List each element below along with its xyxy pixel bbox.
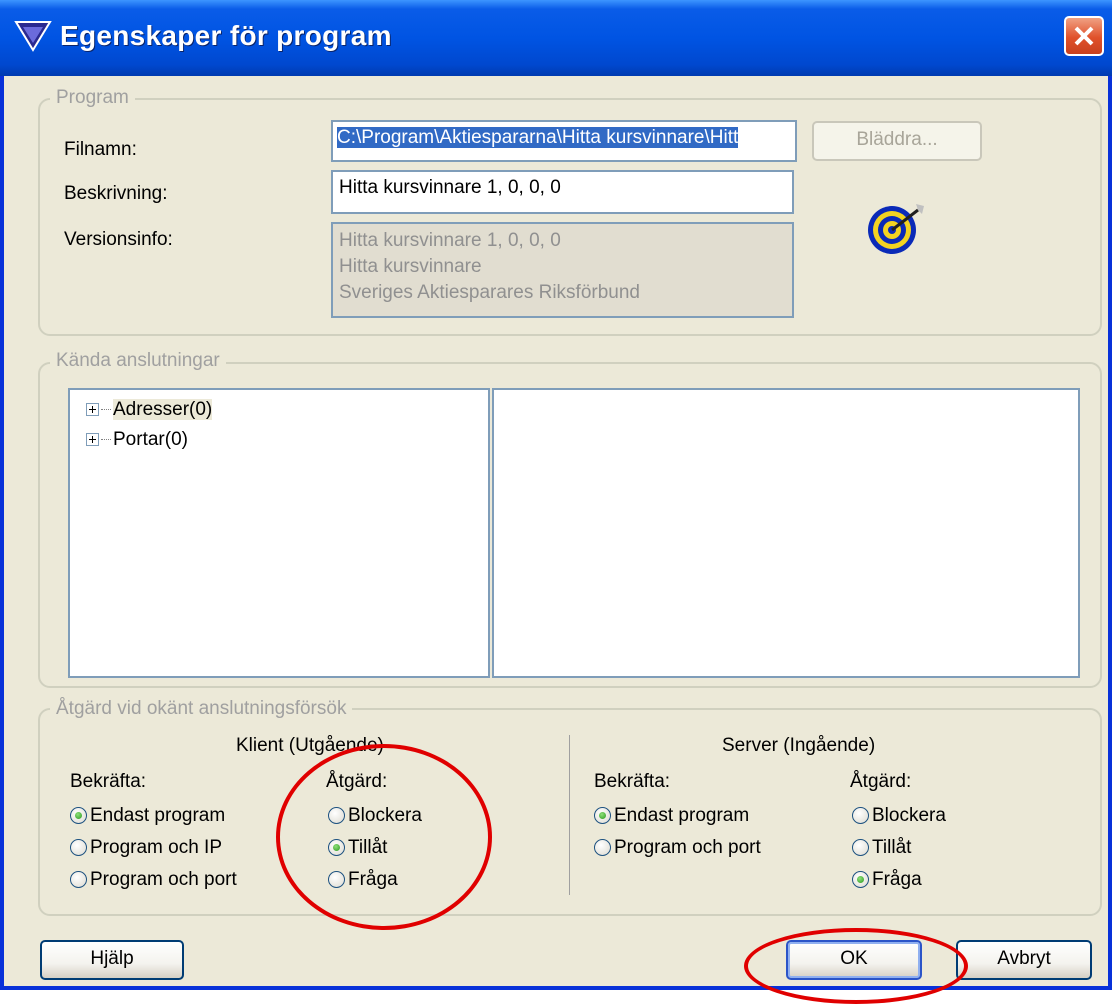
known-connections-label: Kända anslutningar <box>50 350 226 372</box>
cancel-button[interactable]: Avbryt <box>956 940 1092 980</box>
unknown-connection-action-label: Åtgärd vid okänt anslutningsförsök <box>50 698 353 720</box>
tree-item-addresses[interactable]: Adresser(0) <box>86 398 213 422</box>
radio-indicator[interactable] <box>594 807 611 824</box>
tree-item-label: Portar(0) <box>113 429 188 450</box>
program-group-label: Program <box>50 87 135 109</box>
filename-field[interactable]: C:\Program\Aktiespararna\Hitta kursvinna… <box>331 120 797 162</box>
radio-label: Program och port <box>90 869 237 890</box>
radio-indicator[interactable] <box>328 871 345 888</box>
client-confirm-label: Bekräfta: <box>70 771 147 792</box>
version-line: Hitta kursvinnare 1, 0, 0, 0 <box>339 230 561 251</box>
filename-value: C:\Program\Aktiespararna\Hitta kursvinna… <box>337 127 739 148</box>
client-action-radio-ask[interactable]: Fråga <box>328 868 398 892</box>
expand-icon[interactable] <box>86 433 99 447</box>
radio-label: Blockera <box>872 805 946 826</box>
server-action-radio-block[interactable]: Blockera <box>852 804 946 828</box>
client-confirm-radio-program-port[interactable]: Program och port <box>70 868 237 892</box>
description-field[interactable]: Hitta kursvinnare 1, 0, 0, 0 <box>331 170 794 214</box>
expand-icon[interactable] <box>86 403 99 417</box>
version-info-box: Hitta kursvinnare 1, 0, 0, 0 Hitta kursv… <box>331 222 794 318</box>
server-action-radio-allow[interactable]: Tillåt <box>852 836 911 860</box>
close-button[interactable] <box>1064 16 1104 56</box>
radio-indicator[interactable] <box>70 871 87 888</box>
radio-label: Program och port <box>614 837 761 858</box>
radio-indicator[interactable] <box>328 839 345 856</box>
radio-indicator[interactable] <box>852 807 869 824</box>
client-confirm-radio-program-only[interactable]: Endast program <box>70 804 225 828</box>
version-line: Hitta kursvinnare <box>339 256 482 277</box>
client-action-label: Åtgärd: <box>326 771 388 792</box>
radio-indicator[interactable] <box>594 839 611 856</box>
tree-item-label: Adresser(0) <box>113 399 213 420</box>
client-action-radio-allow[interactable]: Tillåt <box>328 836 387 860</box>
browse-button[interactable]: Bläddra... <box>812 121 982 161</box>
connections-tree[interactable]: Adresser(0) Portar(0) <box>68 388 490 678</box>
client-server-divider <box>569 735 570 895</box>
radio-label: Fråga <box>872 869 922 890</box>
client-header: Klient (Utgående) <box>236 735 384 756</box>
funnel-triangle-icon <box>14 21 52 52</box>
server-action-radio-ask[interactable]: Fråga <box>852 868 922 892</box>
server-confirm-radio-program-only[interactable]: Endast program <box>594 804 749 828</box>
connection-details-pane[interactable] <box>492 388 1080 678</box>
description-label: Beskrivning: <box>64 183 168 204</box>
radio-label: Tillåt <box>348 837 388 858</box>
radio-label: Endast program <box>614 805 750 826</box>
target-dart-icon <box>868 204 924 254</box>
version-line: Sveriges Aktiesparares Riksförbund <box>339 282 640 303</box>
radio-indicator[interactable] <box>70 807 87 824</box>
program-properties-dialog: Egenskaper för program Program Filnamn: … <box>0 0 1112 1004</box>
server-confirm-radio-program-port[interactable]: Program och port <box>594 836 761 860</box>
ok-button[interactable]: OK <box>786 940 922 980</box>
radio-label: Endast program <box>90 805 226 826</box>
close-icon <box>1074 26 1094 46</box>
radio-indicator[interactable] <box>852 839 869 856</box>
filename-label: Filnamn: <box>64 139 137 160</box>
radio-label: Fråga <box>348 869 398 890</box>
radio-indicator[interactable] <box>328 807 345 824</box>
tree-item-ports[interactable]: Portar(0) <box>86 428 188 452</box>
radio-indicator[interactable] <box>852 871 869 888</box>
version-label: Versionsinfo: <box>64 229 173 250</box>
title-bar[interactable]: Egenskaper för program <box>0 0 1112 76</box>
help-button[interactable]: Hjälp <box>40 940 184 980</box>
radio-indicator[interactable] <box>70 839 87 856</box>
radio-label: Tillåt <box>872 837 912 858</box>
server-header: Server (Ingående) <box>722 735 876 756</box>
server-confirm-label: Bekräfta: <box>594 771 671 792</box>
client-confirm-radio-program-ip[interactable]: Program och IP <box>70 836 222 860</box>
radio-label: Blockera <box>348 805 422 826</box>
client-action-radio-block[interactable]: Blockera <box>328 804 422 828</box>
server-action-label: Åtgärd: <box>850 771 912 792</box>
radio-label: Program och IP <box>90 837 222 858</box>
window-title: Egenskaper för program <box>60 20 392 51</box>
